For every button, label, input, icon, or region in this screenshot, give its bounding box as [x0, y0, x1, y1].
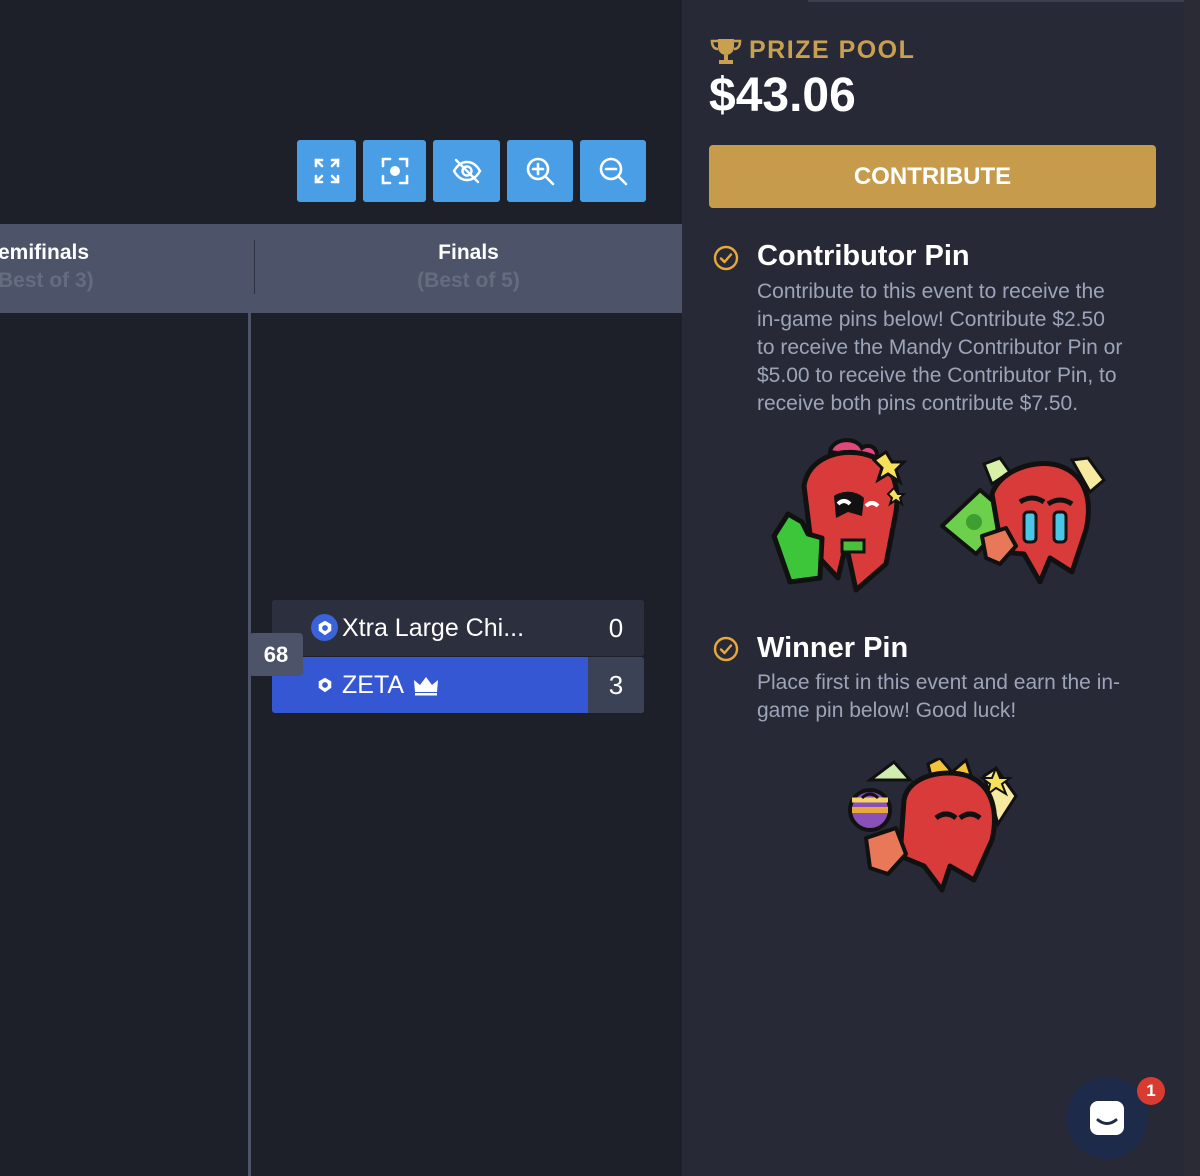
description-line: in-game pins below! Contribute $2.50	[757, 308, 1105, 331]
description-line: to receive the Mandy Contributor Pin or	[757, 336, 1123, 359]
focus-button[interactable]	[363, 140, 426, 202]
focus-target-icon	[381, 157, 408, 185]
team-score: 3	[588, 657, 644, 713]
bracket-connector-line	[248, 313, 251, 1176]
trophy-icon	[710, 38, 742, 64]
round-format: Best of 3)	[0, 269, 94, 292]
description-line: Place first in this event and earn the i…	[757, 671, 1121, 694]
winner-pin-description: Place first in this event and earn the i…	[757, 669, 1177, 725]
prize-pool-label: PRIZE POOL	[749, 36, 916, 64]
mandy-contributor-pin-image	[771, 438, 908, 593]
fullscreen-button[interactable]	[297, 140, 356, 202]
prize-panel: PRIZE POOL $43.06 CONTRIBUTE Contributor…	[682, 0, 1184, 1176]
eye-off-icon	[452, 158, 481, 184]
zoom-in-icon	[526, 157, 555, 186]
window-edge	[1184, 0, 1200, 1176]
description-line: game pin below! Good luck!	[757, 699, 1017, 722]
check-circle-icon	[713, 245, 739, 271]
match-number-badge: 68	[249, 633, 303, 676]
team-name: Xtra Large Chi...	[342, 613, 525, 642]
match-team-row-winner[interactable]: ZETA 3	[272, 657, 644, 713]
round-format: (Best of 5)	[417, 269, 520, 292]
contributor-pin-image	[940, 456, 1107, 584]
notification-badge: 1	[1137, 1077, 1165, 1105]
contributor-pin-description: Contribute to this event to receive the …	[757, 278, 1177, 418]
expand-icon	[314, 158, 339, 184]
prize-pool-header: PRIZE POOL	[709, 36, 915, 65]
round-name: Finals	[438, 241, 499, 264]
round-semifinals: emifinals Best of 3)	[0, 240, 238, 296]
team-logo-icon	[311, 671, 338, 698]
contribute-button[interactable]: CONTRIBUTE	[709, 145, 1156, 208]
team-name: ZETA	[342, 657, 440, 713]
match-team-row[interactable]: Xtra Large Chi... 0	[272, 600, 644, 656]
chat-launcher-button[interactable]	[1066, 1077, 1148, 1159]
crown-icon	[414, 677, 439, 696]
bracket-view: emifinals Best of 3) Finals (Best of 5) …	[0, 0, 682, 1176]
team-name-text: ZETA	[342, 670, 405, 699]
prize-pool-amount: $43.06	[709, 69, 856, 122]
round-finals: Finals (Best of 5)	[255, 240, 682, 296]
round-name: emifinals	[0, 241, 90, 264]
panel-top-border	[808, 0, 1184, 2]
team-logo-icon	[311, 614, 338, 641]
description-line: Contribute to this event to receive the	[757, 280, 1105, 303]
check-circle-icon	[713, 636, 739, 662]
winner-pin-title: Winner Pin	[757, 632, 909, 664]
chat-bubble-icon	[1090, 1101, 1124, 1135]
winner-pin-image	[848, 758, 1018, 893]
description-line: receive both pins contribute $7.50.	[757, 392, 1079, 415]
description-line: $5.00 to receive the Contributor Pin, to	[757, 364, 1117, 387]
hide-button[interactable]	[433, 140, 500, 202]
round-header: emifinals Best of 3) Finals (Best of 5)	[0, 224, 682, 313]
zoom-in-button[interactable]	[507, 140, 573, 202]
team-score: 0	[588, 600, 644, 656]
match-card[interactable]: Xtra Large Chi... 0 ZETA 3	[272, 600, 644, 713]
zoom-out-icon	[599, 157, 628, 186]
zoom-out-button[interactable]	[580, 140, 646, 202]
contributor-pin-title: Contributor Pin	[757, 240, 970, 272]
